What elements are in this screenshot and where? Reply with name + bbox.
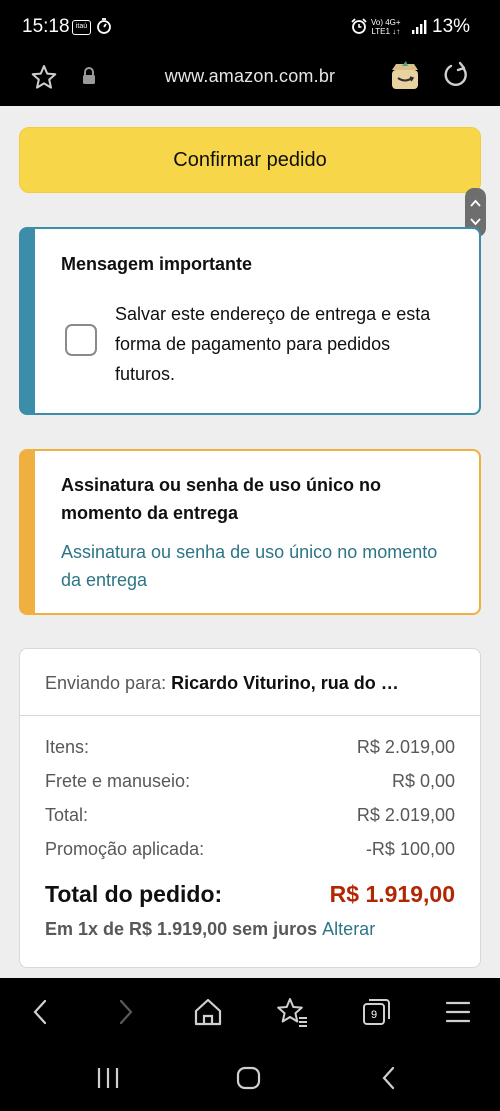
signature-title: Assinatura ou senha de uso único no mome… [61, 475, 382, 523]
summary-row-label: Promoção aplicada: [45, 839, 205, 859]
order-total-value: R$ 1.919,00 [329, 881, 455, 907]
reload-icon[interactable] [441, 60, 471, 90]
summary-row-promotion: Promoção aplicada: -R$ 100,00 [45, 839, 455, 860]
summary-row-value: R$ 2.019,00 [356, 805, 455, 825]
signature-link[interactable]: Assinatura ou senha de uso único no mome… [61, 538, 451, 594]
installments-text: Em 1x de R$ 1.919,00 sem juros [45, 919, 318, 939]
shipping-address[interactable]: Enviando para: Ricardo Viturino, rua do … [45, 673, 455, 694]
network-indicator: Vo) 4G+ LTE1 ↓↑ [371, 18, 401, 36]
order-total: Total do pedido: R$ 1.919,00 [45, 881, 455, 908]
summary-row-shipping: Frete e manuseio: R$ 0,00 [45, 771, 455, 792]
recent-apps-icon[interactable] [95, 1066, 121, 1090]
save-preferences-label[interactable]: Salvar este endereço de entrega e esta f… [115, 299, 455, 389]
browser-url-bar: www.amazon.com.br [0, 56, 500, 106]
checkout-page: Confirmar pedido Mensagem importante Sal… [0, 106, 500, 978]
summary-divider [20, 715, 480, 716]
status-bar: 15:18 itaú Vo) 4G+ LTE1 ↓↑ 13% [0, 0, 500, 56]
tabs-button[interactable]: 9 [358, 996, 394, 1028]
status-time: 15:18 [22, 16, 70, 37]
important-message-title: Mensagem importante [61, 254, 253, 274]
delivery-signature-card: Assinatura ou senha de uso único no mome… [19, 449, 481, 615]
bookmarks-icon[interactable] [274, 996, 310, 1028]
home-nav-icon[interactable] [235, 1066, 263, 1090]
important-message-card: Mensagem importante Salvar este endereço… [19, 227, 481, 415]
signal-icon [412, 20, 427, 34]
summary-row-label: Frete e manuseio: [45, 771, 191, 791]
itau-app-icon: itaú [72, 20, 91, 35]
installments-info: Em 1x de R$ 1.919,00 sem juros Alterar [45, 919, 375, 940]
confirm-order-button[interactable]: Confirmar pedido [19, 127, 481, 193]
summary-row-items: Itens: R$ 2.019,00 [45, 737, 455, 758]
order-summary-card: Enviando para: Ricardo Viturino, rua do … [19, 648, 481, 968]
home-icon[interactable] [190, 996, 226, 1028]
summary-row-label: Itens: [45, 737, 90, 757]
android-nav-bar [0, 1046, 500, 1111]
timer-notification-icon [97, 18, 111, 34]
summary-row-value: R$ 0,00 [391, 771, 455, 791]
summary-row-label: Total: [45, 805, 89, 825]
summary-row-value: -R$ 100,00 [365, 839, 455, 859]
back-nav-icon[interactable] [377, 1066, 401, 1090]
order-total-label: Total do pedido: [45, 881, 223, 907]
back-icon[interactable] [22, 996, 58, 1028]
tab-count: 9 [370, 1009, 378, 1021]
amazon-extension-icon[interactable] [388, 58, 422, 92]
browser-toolbar: 9 [0, 978, 500, 1046]
summary-row-value: R$ 2.019,00 [356, 737, 455, 757]
shipping-value: Ricardo Viturino, rua do … [171, 673, 399, 693]
save-preferences-checkbox[interactable] [65, 324, 97, 356]
url-text[interactable]: www.amazon.com.br [0, 66, 500, 87]
battery-percentage: 13% [432, 16, 471, 37]
forward-icon[interactable] [108, 996, 144, 1028]
menu-icon[interactable] [440, 996, 476, 1028]
shipping-label: Enviando para: [45, 673, 167, 693]
alarm-icon [351, 18, 367, 34]
change-installments-link[interactable]: Alterar [322, 919, 375, 939]
summary-row-total: Total: R$ 2.019,00 [45, 805, 455, 826]
